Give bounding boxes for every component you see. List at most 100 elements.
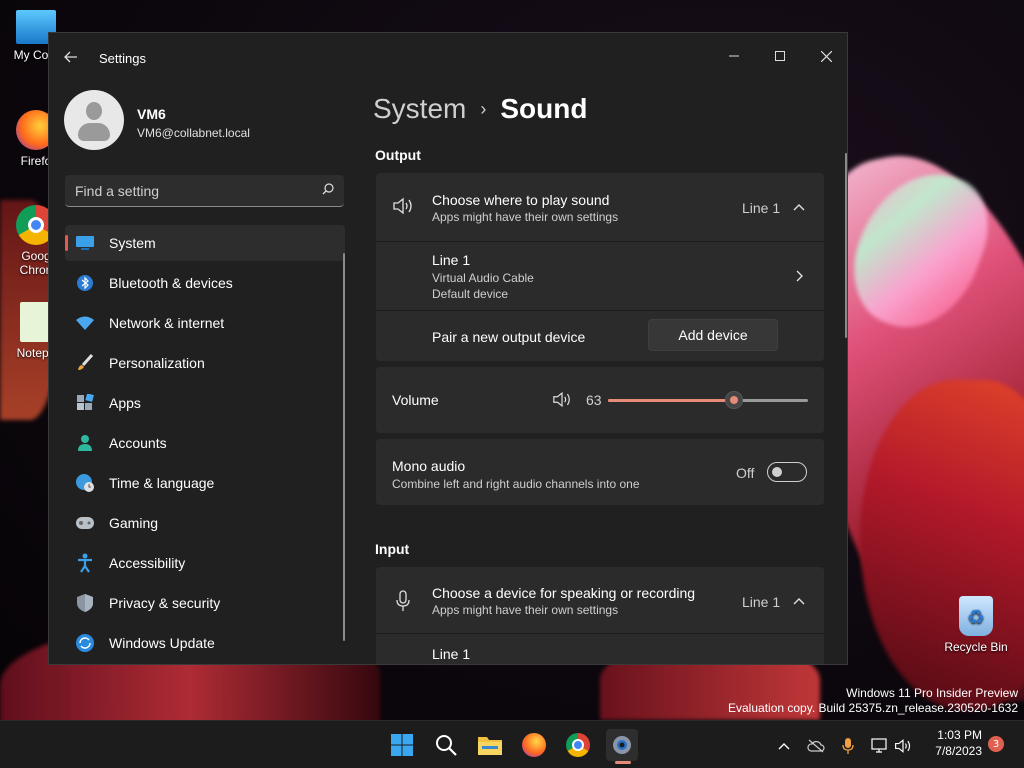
back-button[interactable] — [61, 47, 81, 67]
wifi-icon — [75, 313, 95, 333]
onedrive-tray[interactable] — [807, 737, 825, 755]
sidebar-item-label: Accounts — [109, 435, 167, 451]
volume-slider[interactable] — [608, 391, 808, 409]
shield-icon — [75, 593, 95, 613]
search-input[interactable] — [75, 181, 305, 201]
sidebar-item-label: Gaming — [109, 515, 159, 531]
notification-badge[interactable]: 3 — [988, 736, 1004, 752]
choose-input-subtitle: Apps might have their own settings — [432, 603, 619, 617]
mono-audio-toggle[interactable] — [767, 462, 807, 482]
mono-audio-card: Mono audio Combine left and right audio … — [376, 439, 824, 505]
apps-icon — [75, 393, 95, 413]
maximize-icon — [775, 51, 785, 61]
breadcrumb: System › Sound — [373, 93, 587, 125]
title-bar[interactable]: Settings — [49, 33, 847, 83]
sidebar-item-bluetooth[interactable]: Bluetooth & devices — [65, 265, 345, 301]
cloud-offline-icon — [807, 739, 825, 753]
close-icon — [820, 50, 832, 62]
sidebar-scrollbar[interactable] — [343, 253, 345, 641]
volume-slider-fill — [608, 399, 734, 402]
sidebar-nav: System Bluetooth & devices Network & int… — [65, 225, 345, 664]
sidebar-item-label: System — [109, 235, 156, 251]
choose-input-row[interactable]: Choose a device for speaking or recordin… — [376, 567, 824, 633]
network-icon — [871, 738, 887, 753]
volume-label: Volume — [392, 392, 439, 408]
maximize-button[interactable] — [757, 41, 803, 71]
evaluation-watermark: Windows 11 Pro Insider Preview Evaluatio… — [728, 686, 1018, 715]
brush-icon — [75, 353, 95, 373]
output-device-card: Choose where to play sound Apps might ha… — [376, 173, 824, 361]
add-device-button[interactable]: Add device — [648, 319, 778, 351]
sidebar-item-label: Bluetooth & devices — [109, 275, 233, 291]
speaker-icon — [895, 739, 911, 753]
output-section-title: Output — [375, 147, 421, 163]
sidebar-item-gaming[interactable]: Gaming — [65, 505, 345, 541]
speaker-icon — [393, 197, 412, 215]
active-app-indicator — [615, 761, 631, 764]
output-device-item[interactable]: Line 1 Virtual Audio Cable Default devic… — [376, 242, 824, 310]
network-tray[interactable] — [871, 737, 889, 755]
settings-window: Settings VM6 VM6@collabnet.local System — [48, 32, 848, 665]
close-button[interactable] — [803, 41, 847, 71]
sidebar-item-privacy-security[interactable]: Privacy & security — [65, 585, 345, 621]
chevron-up-icon[interactable] — [792, 201, 806, 215]
volume-tray[interactable] — [894, 737, 912, 755]
window-title: Settings — [99, 51, 146, 66]
taskbar — [0, 720, 1024, 768]
minimize-icon — [729, 55, 739, 57]
input-device-card: Choose a device for speaking or recordin… — [376, 567, 824, 664]
taskbar-clock[interactable]: 1:03 PM 7/8/2023 — [922, 727, 982, 759]
main-scrollbar[interactable] — [845, 153, 847, 338]
search-box[interactable] — [65, 175, 344, 207]
file-explorer-button[interactable] — [474, 729, 506, 761]
input-device-item[interactable]: Line 1 — [376, 634, 824, 664]
show-hidden-icons-button[interactable] — [775, 737, 793, 755]
choose-output-row[interactable]: Choose where to play sound Apps might ha… — [376, 173, 824, 241]
bluetooth-icon — [75, 273, 95, 293]
sidebar-item-time-language[interactable]: Time & language — [65, 465, 345, 501]
sidebar-item-label: Accessibility — [109, 555, 186, 571]
globe-clock-icon — [75, 473, 95, 493]
clock-time: 1:03 PM — [937, 728, 982, 742]
sidebar-item-apps[interactable]: Apps — [65, 385, 345, 421]
chrome-icon — [566, 733, 590, 757]
start-button[interactable] — [386, 729, 418, 761]
volume-slider-thumb[interactable] — [725, 391, 743, 409]
sidebar-item-label: Time & language — [109, 475, 215, 491]
clock-date: 7/8/2023 — [935, 744, 982, 758]
chevron-up-icon[interactable] — [792, 595, 806, 609]
chevron-right-icon[interactable] — [792, 269, 806, 283]
microphone-tray[interactable] — [839, 737, 857, 755]
firefox-button[interactable] — [518, 729, 550, 761]
sidebar-item-label: Personalization — [109, 355, 205, 371]
sidebar-item-accounts[interactable]: Accounts — [65, 425, 345, 461]
desktop-icon-recycle-bin[interactable]: Recycle Bin — [942, 596, 1010, 654]
sidebar-item-label: Apps — [109, 395, 141, 411]
mono-audio-title: Mono audio — [392, 458, 466, 474]
firefox-icon — [522, 733, 546, 757]
sidebar-item-network[interactable]: Network & internet — [65, 305, 345, 341]
user-email: VM6@collabnet.local — [137, 126, 250, 140]
minimize-button[interactable] — [711, 41, 757, 71]
search-icon[interactable] — [322, 183, 334, 195]
sidebar-item-accessibility[interactable]: Accessibility — [65, 545, 345, 581]
sidebar-item-windows-update[interactable]: Windows Update — [65, 625, 345, 661]
accessibility-icon — [75, 553, 95, 573]
settings-button[interactable] — [606, 729, 638, 761]
output-device-name: Line 1 — [432, 252, 471, 268]
settings-icon — [613, 736, 631, 754]
taskbar-search-button[interactable] — [430, 729, 462, 761]
breadcrumb-parent[interactable]: System — [373, 93, 466, 125]
volume-value: 63 — [586, 392, 602, 408]
main-content: System › Sound Output Choose where to pl… — [359, 83, 847, 664]
chrome-button[interactable] — [562, 729, 594, 761]
update-icon — [75, 633, 95, 653]
person-icon — [75, 433, 95, 453]
sidebar-item-system[interactable]: System — [65, 225, 345, 261]
back-arrow-icon — [64, 51, 77, 63]
gamepad-icon — [75, 513, 95, 533]
sidebar-item-personalization[interactable]: Personalization — [65, 345, 345, 381]
speaker-icon[interactable] — [552, 391, 572, 408]
input-section-title: Input — [375, 541, 410, 557]
input-device-name: Line 1 — [432, 646, 471, 662]
